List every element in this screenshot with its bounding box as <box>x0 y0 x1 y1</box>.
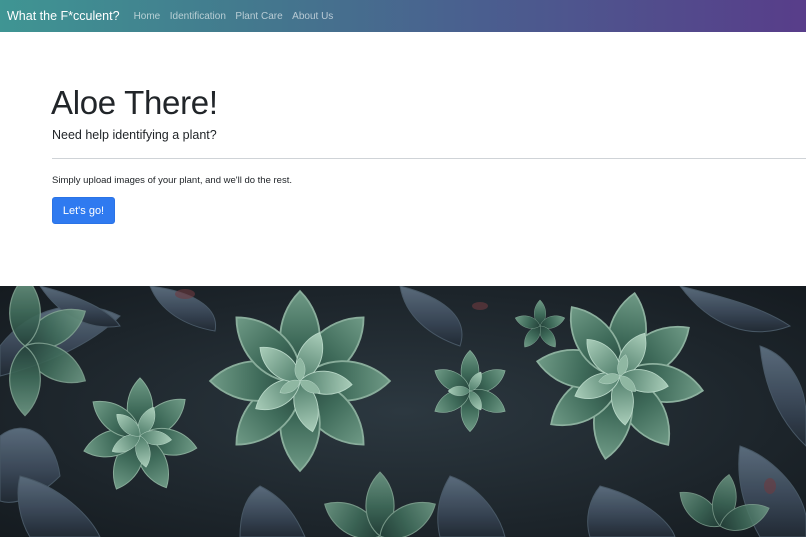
succulent-image <box>0 286 806 537</box>
nav-identification-link[interactable]: Identification <box>170 11 226 22</box>
hero-section: Aloe There! Need help identifying a plan… <box>0 32 806 286</box>
nav-home-link[interactable]: Home <box>134 11 161 22</box>
nav-about-us-link[interactable]: About Us <box>292 11 333 22</box>
brand-logo-link[interactable]: What the F*cculent? <box>7 9 120 23</box>
hero-title: Aloe There! <box>51 84 218 121</box>
lets-go-button[interactable]: Let's go! <box>52 197 115 224</box>
hero-divider <box>52 158 806 159</box>
hero-description: Simply upload images of your plant, and … <box>52 175 292 186</box>
succulent-photo <box>0 286 806 537</box>
top-navbar: What the F*cculent? Home Identification … <box>0 0 806 32</box>
nav-plant-care-link[interactable]: Plant Care <box>235 11 282 22</box>
hero-lead-text: Need help identifying a plant? <box>52 128 217 142</box>
